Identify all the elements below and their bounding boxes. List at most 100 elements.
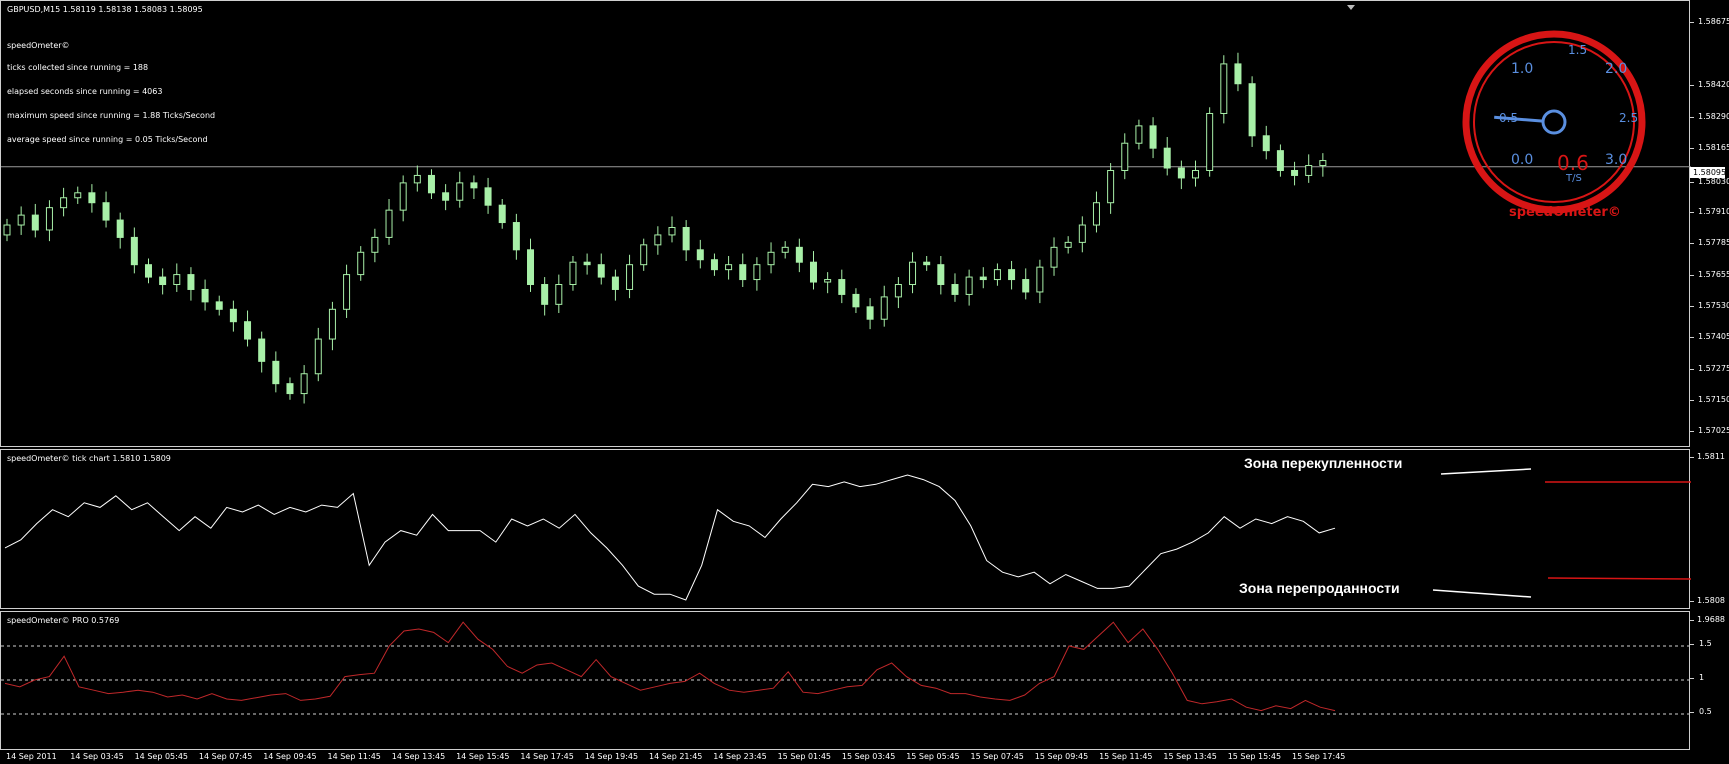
candle <box>795 238 803 273</box>
candle <box>909 252 917 294</box>
panel-text-ticks: ticks collected since running = 188 <box>7 63 149 72</box>
candle <box>427 169 435 199</box>
zone-overbought-label: Зона перекупленности <box>1244 455 1403 471</box>
candle <box>654 226 662 255</box>
panel-text-avg-speed: average speed since running = 0.05 Ticks… <box>7 135 208 144</box>
gauge-label-2: 2.0 <box>1605 61 1628 77</box>
price-scale-label: 1.57910 <box>1698 206 1729 216</box>
gauge-label-25: 2.5 <box>1619 111 1639 125</box>
candle <box>442 184 450 211</box>
time-axis-label: 14 Sep 07:45 <box>198 752 253 761</box>
candle <box>597 253 605 285</box>
candle <box>413 165 421 192</box>
speedometer-gauge: 0.0 0.5 1.0 1.5 2.0 2.5 3.0 0.6 T/S spee… <box>1459 27 1649 220</box>
time-axis-label: 15 Sep 17:45 <box>1292 752 1346 761</box>
time-axis-label: 14 Sep 19:45 <box>584 752 639 761</box>
candle <box>937 256 945 295</box>
pro-title: speedOmeter© PRO 0.5769 <box>7 616 120 625</box>
pro-line <box>4 621 1336 712</box>
candle <box>1276 144 1284 177</box>
tick-chart-panel[interactable]: speedOmeter© tick chart 1.5810 1.5809 Зо… <box>0 449 1691 609</box>
candle <box>1234 52 1242 92</box>
price-scale-tick <box>1690 336 1694 338</box>
time-axis-label: 15 Sep 11:45 <box>1099 752 1153 761</box>
oversold-level <box>1547 577 1691 580</box>
candle <box>1036 259 1044 304</box>
candle <box>314 327 322 382</box>
price-scale: 1.58675 1.58420 1.58290 1.58165 1.58030 1.579… <box>1690 0 1729 447</box>
candle <box>668 216 676 243</box>
gauge-brand: speedOmeter© <box>1509 205 1621 220</box>
candle <box>470 175 478 199</box>
candle <box>880 285 888 327</box>
price-scale-label: 1.58165 <box>1698 143 1729 153</box>
tick-scale-top: 1.5811 <box>1697 452 1725 461</box>
price-scale-tick <box>1690 148 1694 150</box>
price-scale-label: 1.57655 <box>1698 269 1729 279</box>
pro-scale-top: 1.9688 <box>1697 615 1725 624</box>
candle <box>484 177 492 214</box>
candle <box>130 227 138 274</box>
price-scale-label: 1.58420 <box>1698 80 1729 90</box>
candle <box>1050 237 1058 276</box>
price-scale-label: 1.57025 <box>1698 426 1729 435</box>
candle <box>1078 216 1086 253</box>
time-axis-label: 15 Sep 09:45 <box>1034 752 1089 761</box>
candle <box>569 256 577 291</box>
time-axis-label: 14 Sep 03:45 <box>70 752 124 761</box>
price-scale-tick <box>1690 85 1694 87</box>
candle <box>611 269 619 301</box>
candle <box>1135 119 1143 150</box>
panel-text-elapsed: elapsed seconds since running = 4063 <box>7 87 163 96</box>
price-chart-panel[interactable]: GBPUSD,M15 1.58119 1.58138 1.58083 1.580… <box>0 0 1691 447</box>
candle <box>3 218 11 242</box>
time-axis-label: 15 Sep 03:45 <box>841 752 896 761</box>
candle <box>244 310 252 347</box>
zone-oversold-label: Зона перепроданности <box>1239 580 1400 596</box>
time-axis-label: 15 Sep 01:45 <box>777 752 831 761</box>
candle <box>215 295 223 316</box>
pro-chart-canvas <box>1 621 1691 715</box>
candle <box>1220 55 1228 124</box>
candle <box>385 198 393 245</box>
time-axis-label: 14 Sep 13:45 <box>391 752 446 761</box>
candle <box>739 253 747 287</box>
candle <box>173 263 181 292</box>
candle <box>512 213 520 260</box>
candle <box>1305 154 1313 183</box>
tick-chart-canvas <box>4 468 1691 601</box>
candle <box>45 200 53 242</box>
candle <box>866 298 874 330</box>
candle <box>60 187 68 217</box>
time-axis-label: 14 Sep 09:45 <box>263 752 317 761</box>
candle <box>1262 125 1270 160</box>
chart-shift-marker[interactable] <box>1347 5 1355 10</box>
candle <box>286 377 294 400</box>
candle <box>272 351 280 393</box>
candle <box>371 228 379 263</box>
price-scale-tick <box>1690 117 1694 119</box>
candle <box>17 206 25 235</box>
price-chart-canvas <box>1 5 1691 404</box>
candle <box>229 300 237 332</box>
candle <box>626 254 634 299</box>
price-scale-tick <box>1690 242 1694 244</box>
pro-panel[interactable]: speedOmeter© PRO 0.5769 <box>0 611 1691 750</box>
pro-scale: 1.9688 1.5 1 0.5 <box>1690 611 1729 750</box>
pro-scale-15: 1.5 <box>1699 639 1712 648</box>
candle <box>753 257 761 291</box>
candle <box>159 268 167 295</box>
candle <box>852 288 860 314</box>
candle <box>31 203 39 238</box>
price-scale-label: 1.57405 <box>1698 331 1729 341</box>
candle <box>979 267 987 289</box>
candle <box>838 269 846 304</box>
tick-scale-bottom: 1.5808 <box>1697 596 1725 605</box>
candle <box>456 171 464 208</box>
price-scale-label: 1.58030 <box>1698 176 1729 186</box>
price-scale-label: 1.57785 <box>1698 237 1729 247</box>
candle <box>88 184 96 213</box>
candle <box>357 246 365 281</box>
candle <box>328 301 336 351</box>
candle <box>258 331 266 373</box>
